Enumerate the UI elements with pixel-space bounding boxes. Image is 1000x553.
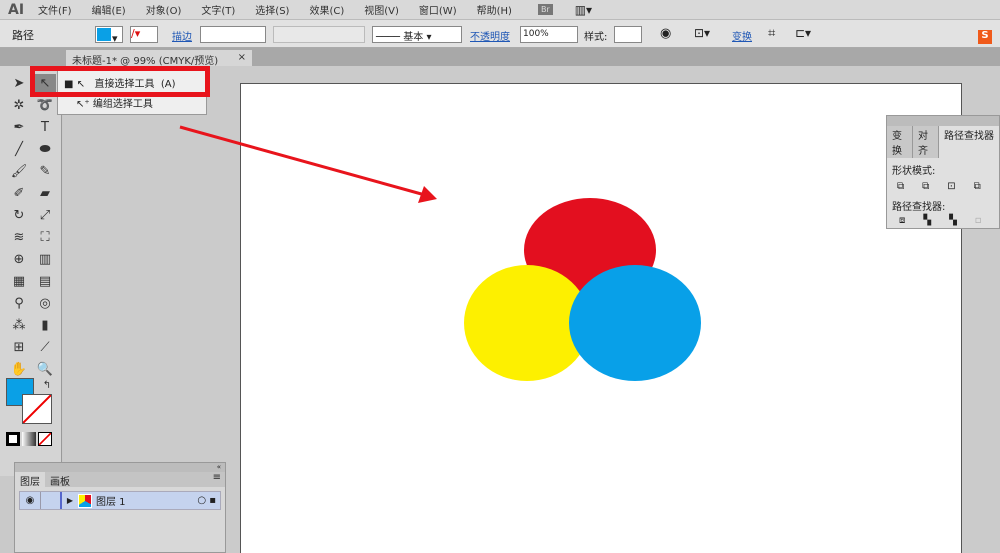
layer-thumbnail xyxy=(78,493,92,508)
line-tool-icon[interactable]: ╱ xyxy=(8,140,30,160)
pathfinder-panel: 变换 对齐 路径查找器 形状模式: ⧉ ⧉ ⊡ ⧉ 路径查找器: ⧈ ▚ ▚ ▫ xyxy=(886,115,1000,229)
none-icon[interactable] xyxy=(38,432,52,446)
shape-modes-label: 形状模式: xyxy=(892,166,936,177)
paintbrush-icon[interactable]: 🖌 xyxy=(8,162,30,182)
intersect-icon[interactable]: ⊡ xyxy=(947,181,955,192)
merge-icon[interactable]: ▚ xyxy=(949,215,957,226)
perspective-grid-icon[interactable]: ▥ xyxy=(34,250,56,270)
selection-tool-icon[interactable]: ➤ xyxy=(8,74,30,94)
layer-target-icon[interactable]: ○ ▪ xyxy=(197,495,220,506)
tools-panel: ➤ ↖ ✲ ➰ ✒ T ╱ ⬬ 🖌 ✎ ✐ ▰ ↻ ⤢ ≋ ⛶ ⊕ ▥ ▦ ▤ … xyxy=(0,66,62,476)
visibility-eye-icon[interactable]: ◉ xyxy=(20,495,40,506)
symbol-sprayer-icon[interactable]: ⁂ xyxy=(8,316,30,336)
panel-collapse-icon[interactable]: « xyxy=(15,463,225,472)
exclude-icon[interactable]: ⧉ xyxy=(974,181,981,192)
gradient-icon[interactable] xyxy=(22,432,36,446)
color-icon[interactable] xyxy=(6,432,20,446)
lock-toggle[interactable] xyxy=(40,492,62,509)
crop-icon[interactable]: ▫ xyxy=(975,215,982,226)
shape-builder-icon[interactable]: ⊕ xyxy=(8,250,30,270)
divide-icon[interactable]: ⧈ xyxy=(899,215,905,226)
stroke-color-swatch[interactable] xyxy=(22,394,52,424)
rotate-tool-icon[interactable]: ↻ xyxy=(8,206,30,226)
gradient-tool-icon[interactable]: ▤ xyxy=(34,272,56,292)
expand-triangle-icon[interactable]: ▶ xyxy=(62,496,78,505)
tab-pathfinder[interactable]: 路径查找器 xyxy=(939,126,999,158)
ellipse-tool-icon[interactable]: ⬬ xyxy=(34,140,56,160)
tab-align[interactable]: 对齐 xyxy=(913,126,939,158)
magic-wand-icon[interactable]: ✲ xyxy=(8,96,30,116)
layers-panel: « 图层 画板 ≡ ◉ ▶ 图层 1 ○ ▪ xyxy=(14,462,226,553)
swap-colors-icon[interactable]: ↰ xyxy=(36,376,58,396)
hand-tool-icon[interactable]: ✋ xyxy=(8,360,30,380)
blue-circle[interactable] xyxy=(569,265,701,381)
pathfinders-label: 路径查找器: xyxy=(892,202,946,213)
blob-brush-icon[interactable]: ✐ xyxy=(8,184,30,204)
panel-menu-icon[interactable]: ≡ xyxy=(213,472,225,487)
free-transform-icon[interactable]: ⛶ xyxy=(34,228,56,248)
layer-name[interactable]: 图层 1 xyxy=(96,493,126,508)
tab-artboards[interactable]: 画板 xyxy=(45,472,75,488)
minus-front-icon[interactable]: ⧉ xyxy=(922,181,929,192)
eyedropper-icon[interactable]: ⚲ xyxy=(8,294,30,314)
unite-icon[interactable]: ⧉ xyxy=(897,181,904,192)
layer-row[interactable]: ◉ ▶ 图层 1 ○ ▪ xyxy=(19,491,221,510)
highlight-box xyxy=(30,66,210,97)
slice-tool-icon[interactable]: ⟋ xyxy=(34,338,56,358)
lasso-icon[interactable]: ➰ xyxy=(34,96,56,116)
type-tool-icon[interactable]: T xyxy=(34,118,56,138)
tab-layers[interactable]: 图层 xyxy=(15,472,45,488)
pencil-icon[interactable]: ✎ xyxy=(34,162,56,182)
scale-tool-icon[interactable]: ⤢ xyxy=(34,206,56,226)
annotation-arrow xyxy=(179,125,426,197)
tab-transform[interactable]: 变换 xyxy=(887,126,913,158)
color-mode-buttons xyxy=(6,432,54,446)
mesh-tool-icon[interactable]: ▦ xyxy=(8,272,30,292)
graph-tool-icon[interactable]: ▮ xyxy=(34,316,56,336)
blend-tool-icon[interactable]: ◎ xyxy=(34,294,56,314)
artboard-tool-icon[interactable]: ⊞ xyxy=(8,338,30,358)
warp-tool-icon[interactable]: ≋ xyxy=(8,228,30,248)
trim-icon[interactable]: ▚ xyxy=(923,215,931,226)
flyout-item-label: 编组选择工具 xyxy=(92,99,153,110)
eraser-icon[interactable]: ▰ xyxy=(34,184,56,204)
pen-tool-icon[interactable]: ✒ xyxy=(8,118,30,138)
